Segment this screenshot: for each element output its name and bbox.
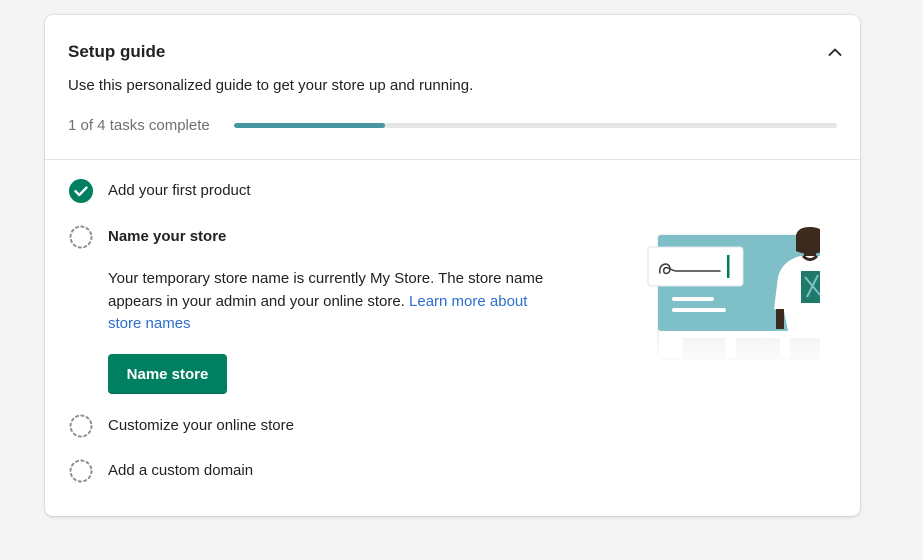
task-description: Your temporary store name is currently M… (108, 268, 558, 336)
dashed-circle-icon (69, 459, 93, 483)
progress-bar (234, 123, 837, 128)
dashed-circle-icon (69, 225, 93, 249)
task-label: Customize your online store (108, 417, 294, 434)
task-label: Name your store (108, 228, 227, 245)
collapse-button[interactable] (823, 40, 847, 64)
setup-guide-subtitle: Use this personalized guide to get your … (68, 77, 474, 94)
setup-guide-header: Setup guide Use this personalized guide … (45, 15, 860, 160)
progress-bar-fill (234, 123, 385, 128)
task-label: Add your first product (108, 182, 251, 199)
task-add-custom-domain[interactable]: Add a custom domain (68, 457, 253, 485)
setup-guide-card: Setup guide Use this personalized guide … (45, 15, 860, 516)
chevron-up-icon (828, 48, 842, 56)
progress-label: 1 of 4 tasks complete (68, 117, 210, 134)
store-name-illustration (647, 227, 820, 370)
task-add-first-product[interactable]: Add your first product (68, 177, 251, 205)
checkmark-circle-icon (69, 179, 93, 203)
dashed-circle-icon (69, 414, 93, 438)
setup-guide-title: Setup guide (68, 42, 166, 61)
task-label: Add a custom domain (108, 462, 254, 479)
task-name-your-store[interactable]: Name your store (68, 223, 226, 251)
name-store-button[interactable]: Name store (108, 354, 227, 394)
task-customize-online-store[interactable]: Customize your online store (68, 412, 294, 440)
